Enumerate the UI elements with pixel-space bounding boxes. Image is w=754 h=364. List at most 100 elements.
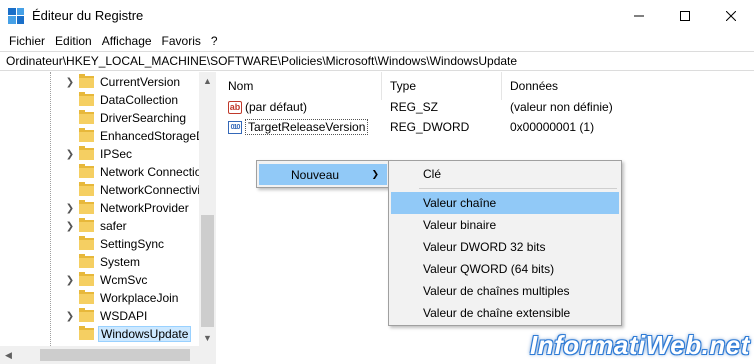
scroll-left-icon[interactable]: ◀	[0, 346, 17, 364]
address-bar[interactable]: Ordinateur\HKEY_LOCAL_MACHINE\SOFTWARE\P…	[0, 51, 754, 71]
tree-item-currentversion[interactable]: ❯ CurrentVersion	[64, 73, 182, 91]
folder-icon	[79, 146, 94, 160]
tree-guide-line	[50, 72, 51, 364]
tree-item-label: NetworkProvider	[100, 201, 189, 215]
tree-item-label: Network Connectio	[100, 165, 202, 179]
maximize-button[interactable]	[662, 0, 708, 31]
folder-icon	[79, 200, 94, 214]
folder-icon	[79, 92, 94, 106]
column-header-name[interactable]: Nom	[220, 72, 382, 100]
tree-item-networkconnectivity[interactable]: NetworkConnectivi	[64, 181, 202, 199]
tree-item-windowsupdate[interactable]: WindowsUpdate	[64, 325, 192, 343]
close-button[interactable]	[708, 0, 754, 31]
folder-icon	[79, 218, 94, 232]
value-data: 0x00000001 (1)	[510, 120, 595, 134]
tree-item-ipsec[interactable]: ❯ IPSec	[64, 145, 134, 163]
scroll-up-icon[interactable]: ▲	[199, 72, 216, 89]
submenu-item-valeur-dword[interactable]: Valeur DWORD 32 bits	[391, 236, 619, 258]
submenu-item-valeur-chaine-extensible[interactable]: Valeur de chaîne extensible	[391, 302, 619, 324]
chevron-right-icon[interactable]: ❯	[64, 311, 76, 322]
title-bar: Éditeur du Registre	[0, 0, 754, 31]
value-name-cell: 010 TargetReleaseVersion	[228, 117, 369, 137]
column-header-type[interactable]: Type	[382, 72, 502, 100]
maximize-icon	[680, 10, 690, 21]
tree-item-label: DataCollection	[100, 93, 179, 107]
submenu-item-cle[interactable]: Clé	[391, 163, 619, 185]
tree-item-label: WcmSvc	[100, 273, 148, 287]
minimize-icon	[634, 15, 644, 16]
submenu-item-valeur-qword[interactable]: Valeur QWORD (64 bits)	[391, 258, 619, 280]
submenu-item-valeur-binaire[interactable]: Valeur binaire	[391, 214, 619, 236]
chevron-right-icon[interactable]: ❯	[64, 77, 76, 88]
dword-value-icon: 010	[228, 120, 242, 134]
window-title: Éditeur du Registre	[32, 8, 144, 23]
tree-item-label: EnhancedStorageDe	[100, 129, 212, 143]
window-controls	[616, 0, 754, 31]
tree-item-wcmsvc[interactable]: ❯ WcmSvc	[64, 271, 149, 289]
folder-icon	[79, 290, 94, 304]
chevron-right-icon[interactable]: ❯	[64, 221, 76, 232]
folder-icon	[79, 164, 94, 178]
scroll-down-icon[interactable]: ▼	[199, 329, 216, 346]
close-icon	[726, 10, 736, 21]
new-submenu: Clé Valeur chaîne Valeur binaire Valeur …	[388, 160, 622, 326]
tree-item-label: System	[100, 255, 141, 269]
menu-bar: Fichier Edition Affichage Favoris ?	[0, 31, 754, 51]
tree-item-datacollection[interactable]: DataCollection	[64, 91, 180, 109]
chevron-right-icon[interactable]: ❯	[64, 203, 76, 214]
tree-item-safer[interactable]: ❯ safer	[64, 217, 129, 235]
menu-separator	[419, 188, 617, 189]
menu-affichage[interactable]: Affichage	[97, 34, 157, 48]
tree-item-label: CurrentVersion	[100, 75, 181, 89]
folder-icon	[79, 326, 94, 340]
string-value-icon: ab	[228, 100, 242, 114]
tree-item-label: WindowsUpdate	[98, 326, 192, 342]
tree-item-label: SettingSync	[100, 237, 165, 251]
value-row[interactable]: 010 TargetReleaseVersion REG_DWORD 0x000…	[220, 117, 754, 137]
tree-item-networkprovider[interactable]: ❯ NetworkProvider	[64, 199, 191, 217]
submenu-item-valeur-chaine[interactable]: Valeur chaîne	[391, 192, 619, 214]
value-name-cell: ab (par défaut)	[228, 97, 307, 117]
tree-item-label: safer	[100, 219, 127, 233]
chevron-right-icon: ❯	[371, 169, 379, 179]
value-name: TargetReleaseVersion	[245, 119, 369, 135]
tree-horizontal-scrollbar[interactable]: ◀	[0, 346, 216, 364]
value-type: REG_DWORD	[390, 120, 470, 134]
tree-item-label: IPSec	[100, 147, 133, 161]
tree-item-workplacejoin[interactable]: WorkplaceJoin	[64, 289, 180, 307]
submenu-item-valeur-chaines-multiples[interactable]: Valeur de chaînes multiples	[391, 280, 619, 302]
folder-icon	[79, 110, 94, 124]
tree-item-label: WorkplaceJoin	[100, 291, 179, 305]
value-row[interactable]: ab (par défaut) REG_SZ (valeur non défin…	[220, 97, 754, 117]
address-path: Ordinateur\HKEY_LOCAL_MACHINE\SOFTWARE\P…	[6, 54, 518, 68]
tree-item-system[interactable]: System	[64, 253, 142, 271]
registry-app-icon	[8, 7, 24, 24]
tree-item-wsdapi[interactable]: ❯ WSDAPI	[64, 307, 149, 325]
menu-help[interactable]: ?	[206, 34, 223, 48]
scroll-thumb[interactable]	[40, 349, 190, 361]
folder-icon	[79, 308, 94, 322]
value-name: (par défaut)	[245, 100, 308, 114]
context-menu: Nouveau ❯	[256, 160, 390, 188]
scroll-thumb[interactable]	[201, 215, 214, 327]
tree-item-label: WSDAPI	[100, 309, 148, 323]
watermark-logo: InformatiWeb.net	[530, 330, 750, 360]
chevron-right-icon[interactable]: ❯	[64, 149, 76, 160]
chevron-right-icon[interactable]: ❯	[64, 275, 76, 286]
menu-fichier[interactable]: Fichier	[4, 34, 50, 48]
folder-icon	[79, 182, 94, 196]
tree-item-network-connections[interactable]: Network Connectio	[64, 163, 203, 181]
folder-icon	[79, 74, 94, 88]
menu-edition[interactable]: Edition	[50, 34, 97, 48]
menu-favoris[interactable]: Favoris	[157, 34, 206, 48]
folder-icon	[79, 272, 94, 286]
folder-icon	[79, 254, 94, 268]
menu-item-nouveau[interactable]: Nouveau ❯	[259, 164, 387, 185]
tree-item-enhancedstorage[interactable]: EnhancedStorageDe	[64, 127, 213, 145]
tree-vertical-scrollbar[interactable]: ▲ ▼	[199, 72, 216, 346]
tree-item-driversearching[interactable]: DriverSearching	[64, 109, 188, 127]
column-header-data[interactable]: Données	[502, 72, 754, 100]
tree-item-label: NetworkConnectivi	[100, 183, 201, 197]
minimize-button[interactable]	[616, 0, 662, 31]
tree-item-settingsync[interactable]: SettingSync	[64, 235, 166, 253]
